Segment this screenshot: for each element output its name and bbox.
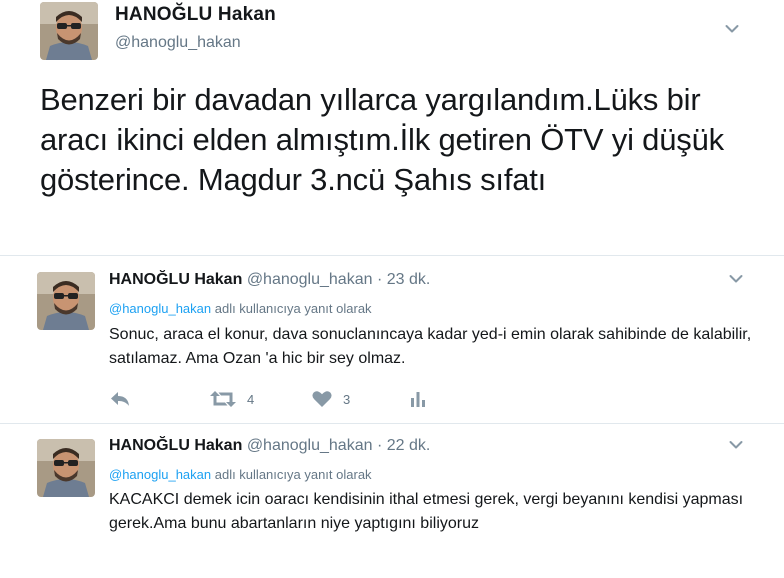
author-name[interactable]: HANOĞLU Hakan — [115, 4, 276, 26]
retweet-count: 4 — [247, 391, 255, 407]
reply-tweet[interactable]: HANOĞLU Hakan @hanoglu_hakan · 23 dk. @h… — [0, 256, 784, 423]
like-count: 3 — [343, 391, 351, 407]
reply-icon — [111, 392, 129, 406]
avatar[interactable] — [40, 2, 98, 60]
reply-context: @hanoglu_hakan adlı kullanıcıya yanıt ol… — [109, 301, 372, 316]
avatar-photo — [37, 272, 95, 330]
mention-link[interactable]: @hanoglu_hakan — [109, 467, 211, 482]
avatar[interactable] — [37, 272, 95, 330]
like-button[interactable]: 3 — [312, 388, 350, 410]
reply-tweet[interactable]: HANOĞLU Hakan @hanoglu_hakan · 22 dk. @h… — [0, 424, 784, 578]
separator: · — [376, 437, 383, 454]
heart-icon — [312, 391, 332, 407]
reply-header: HANOĞLU Hakan @hanoglu_hakan · 22 dk. — [109, 437, 430, 455]
tweet-text: KACAKCI demek icin oaracı kendisinin ith… — [109, 491, 744, 532]
timestamp[interactable]: 22 dk. — [387, 437, 431, 454]
author-name[interactable]: HANOĞLU Hakan — [109, 437, 242, 454]
avatar-photo — [37, 439, 95, 497]
separator: · — [376, 271, 383, 288]
author-name[interactable]: HANOĞLU Hakan — [109, 271, 242, 288]
analytics-icon — [411, 392, 425, 407]
tweet-text: Sonuc, araca el konur, dava sonuclanınca… — [109, 326, 752, 367]
chevron-down-icon[interactable] — [725, 24, 739, 34]
avatar[interactable] — [37, 439, 95, 497]
analytics-button[interactable] — [409, 388, 427, 410]
avatar-photo — [40, 2, 98, 60]
action-bar: 4 3 — [109, 388, 469, 410]
author-handle[interactable]: @hanoglu_hakan — [247, 437, 373, 454]
author-handle[interactable]: @hanoglu_hakan — [247, 271, 373, 288]
main-tweet: HANOĞLU Hakan @hanoglu_hakan Benzeri bir… — [0, 0, 784, 255]
retweet-button[interactable]: 4 — [210, 388, 254, 410]
reply-context-label: adlı kullanıcıya yanıt olarak — [211, 467, 372, 482]
chevron-down-icon[interactable] — [729, 440, 743, 450]
chevron-down-icon[interactable] — [729, 274, 743, 284]
reply-context-label: adlı kullanıcıya yanıt olarak — [211, 301, 372, 316]
tweet-text: Benzeri bir davadan yıllarca yargılandım… — [40, 82, 724, 197]
mention-link[interactable]: @hanoglu_hakan — [109, 301, 211, 316]
retweet-icon — [210, 391, 236, 407]
author-handle[interactable]: @hanoglu_hakan — [115, 34, 241, 52]
timestamp[interactable]: 23 dk. — [387, 271, 431, 288]
reply-button[interactable] — [109, 388, 131, 410]
reply-context: @hanoglu_hakan adlı kullanıcıya yanıt ol… — [109, 467, 372, 482]
reply-header: HANOĞLU Hakan @hanoglu_hakan · 23 dk. — [109, 271, 430, 289]
